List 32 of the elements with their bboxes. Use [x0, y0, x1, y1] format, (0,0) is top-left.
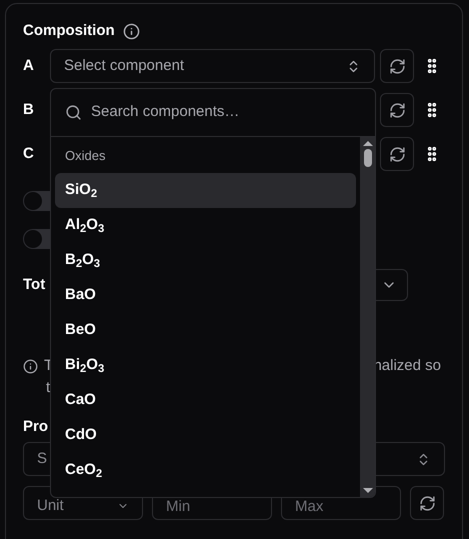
dropdown-option[interactable]: SiO$_{2}$ [55, 173, 356, 208]
dropdown-option[interactable]: Al$_{2}$O$_{3}$ [55, 208, 356, 243]
refresh-button[interactable] [380, 93, 414, 127]
properties-label: Pro [23, 418, 48, 435]
info-icon [23, 359, 38, 374]
refresh-button[interactable] [380, 137, 414, 171]
row-label: A [23, 56, 35, 76]
max-input[interactable]: Max [281, 486, 401, 520]
group-label: Oxides [65, 147, 106, 166]
scrollbar[interactable] [360, 137, 375, 497]
dropdown-option[interactable]: BeO [55, 313, 356, 348]
section-title: Composition [23, 20, 115, 41]
dropdown-option[interactable]: B$_{2}$O$_{3}$ [55, 243, 356, 278]
row-label: C [23, 144, 35, 164]
refresh-button[interactable] [380, 49, 414, 83]
dropdown-option[interactable]: BaO [55, 278, 356, 313]
note-text: t [46, 379, 50, 396]
component-select[interactable]: Select component [50, 49, 375, 83]
dropdown-option[interactable]: CdO [55, 418, 356, 453]
refresh-icon [388, 102, 406, 118]
row-label: B [23, 100, 35, 120]
dropdown-option[interactable]: CeO$_{2}$ [55, 453, 356, 488]
dropdown-option[interactable]: Bi$_{2}$O$_{3}$ [55, 348, 356, 383]
refresh-icon [418, 494, 436, 512]
search-icon [65, 104, 82, 121]
search-field[interactable]: Search components… [91, 101, 361, 124]
dropdown-option[interactable]: CaO [55, 383, 356, 418]
refresh-icon [388, 58, 406, 74]
refresh-button[interactable] [410, 486, 444, 520]
info-icon[interactable] [122, 22, 140, 40]
total-label: Tot [23, 274, 46, 295]
refresh-icon [388, 146, 406, 162]
